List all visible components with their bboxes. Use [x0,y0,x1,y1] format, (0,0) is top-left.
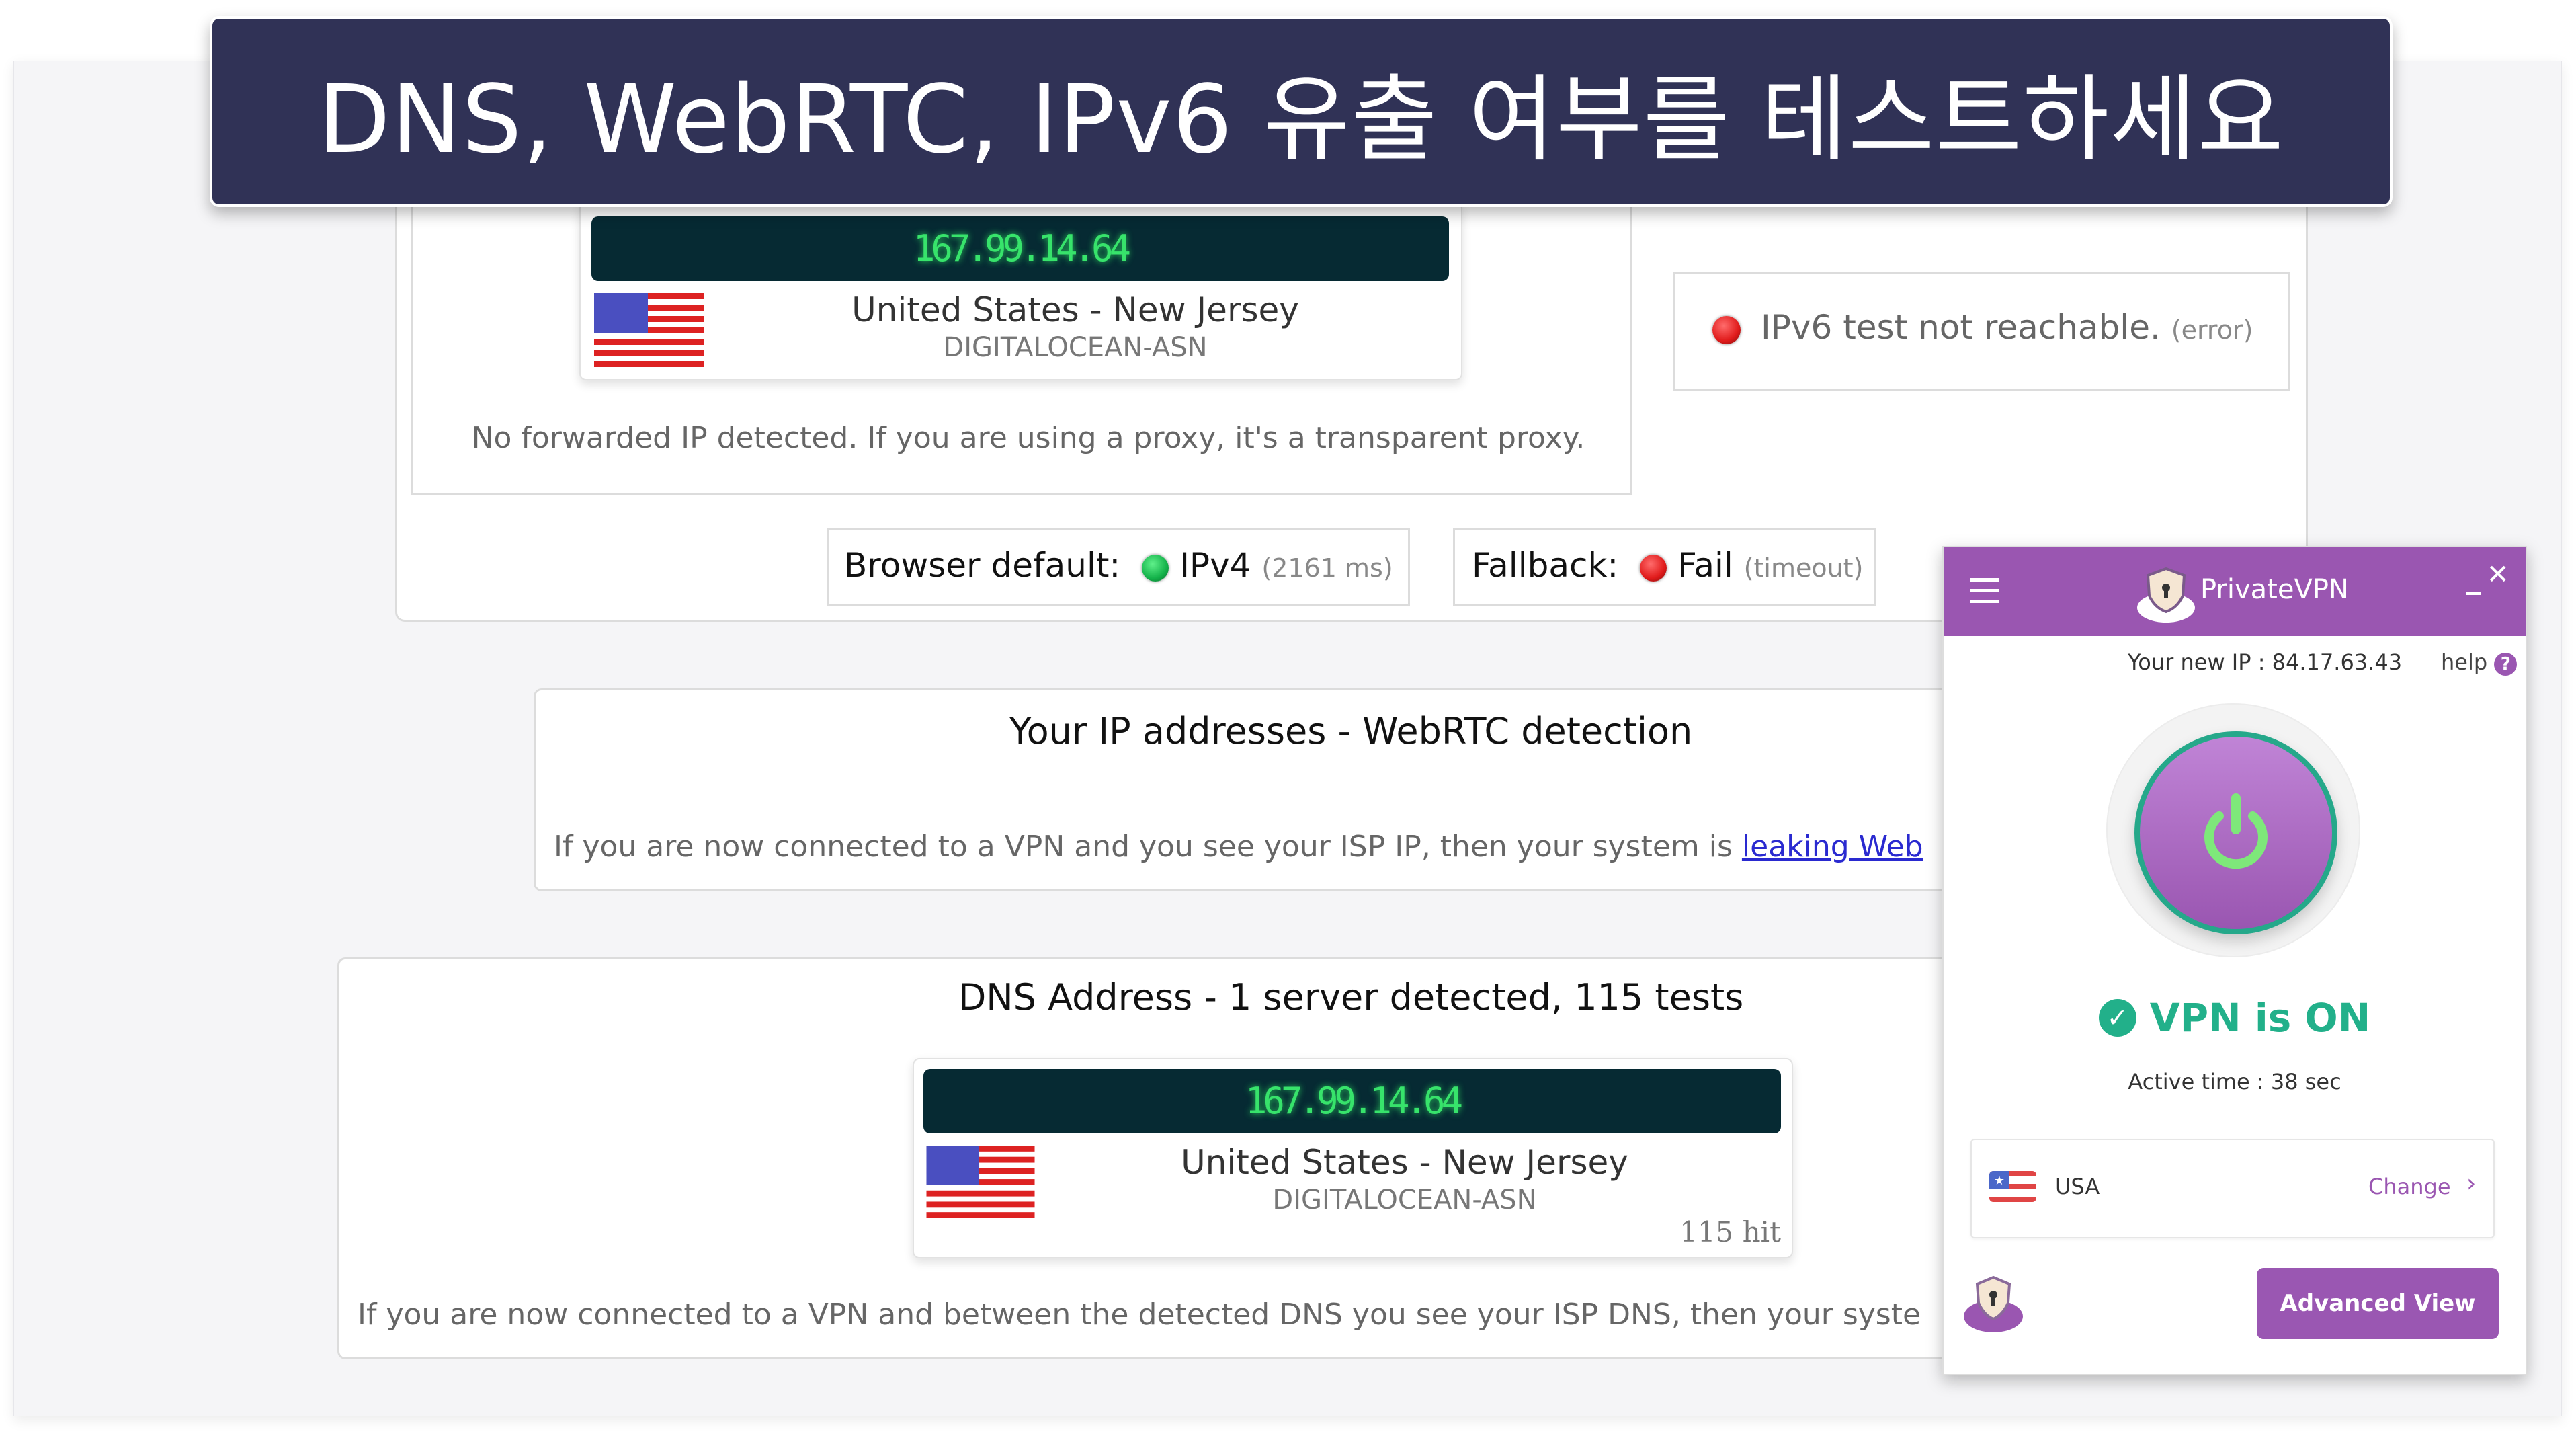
headline-banner: DNS, WebRTC, IPv6 유출 여부를 테스트하세요 [210,16,2393,207]
ip-asn: DIGITALOCEAN-ASN [943,332,1208,363]
usa-flag-icon: ★ [1989,1171,2036,1202]
active-time: Active time : 38 sec [2128,1069,2341,1094]
fallback-label: Fallback: [1472,546,1619,585]
status-check-icon: ✓ [2098,998,2136,1037]
status-text: VPN is ON [2149,994,2371,1041]
dns-note: If you are now connected to a VPN and be… [358,1297,1921,1332]
shield-logo-icon [1962,1273,2024,1334]
dns-location: United States - New Jersey [1181,1143,1628,1182]
ip-address-display: 167.99.14.64 [591,216,1449,281]
headline-text: DNS, WebRTC, IPv6 유출 여부를 테스트하세요 [318,65,2284,175]
browser-default-dot-icon [1142,554,1169,582]
close-button[interactable]: ✕ [2487,559,2509,590]
fallback-dot-icon [1640,554,1667,582]
webrtc-leak-link[interactable]: leaking Web [1742,830,1923,864]
webrtc-note-text: If you are now connected to a VPN and yo… [554,830,1742,864]
dns-title: DNS Address - 1 server detected, 115 tes… [958,976,1744,1018]
minimize-button[interactable] [2466,592,2481,595]
power-icon [2204,793,2268,869]
browser-default-status: Browser default: IPv4 (2161 ms) [844,546,1393,585]
fallback-detail: (timeout) [1743,553,1864,583]
app-name: PrivateVPN [2200,574,2349,605]
chevron-right-icon: › [2466,1170,2477,1197]
browser-default-label: Browser default: [844,546,1121,585]
forwarded-ip-note: No forwarded IP detected. If you are usi… [471,421,1585,455]
ipv6-status-detail: (error) [2171,315,2253,345]
browser-default-detail: (2161 ms) [1261,553,1393,583]
ipv6-status: IPv6 test not reachable. (error) [1712,308,2253,347]
ip-location: United States - New Jersey [851,290,1299,329]
help-icon: ? [2494,653,2518,676]
vpn-status: ✓ VPN is ON [1944,992,2526,1041]
country-name: USA [2055,1174,2100,1199]
dns-ip-display: 167.99.14.64 [923,1069,1781,1133]
us-flag-icon [594,293,704,367]
new-ip-label: Your new IP : 84.17.63.43 [2128,649,2403,675]
privatevpn-window: PrivateVPN ✕ Your new IP : 84.17.63.43 h… [1942,546,2527,1375]
privatevpn-logo-icon [2136,566,2196,623]
country-selector[interactable]: ★ USA Change › [1970,1139,2495,1238]
ipv6-status-text: IPv6 test not reachable. [1761,308,2161,347]
ipv6-status-dot-icon [1712,315,1741,344]
dns-us-flag-icon [926,1146,1035,1218]
help-link[interactable]: help ? [2441,649,2518,676]
browser-default-value: IPv4 [1179,546,1251,585]
fallback-value: Fail [1677,546,1733,585]
advanced-view-button[interactable]: Advanced View [2257,1268,2499,1339]
svg-text:★: ★ [1994,1174,2005,1188]
webrtc-title: Your IP addresses - WebRTC detection [1009,710,1693,752]
change-country-link[interactable]: Change [2368,1174,2451,1199]
menu-icon[interactable] [1970,578,1999,604]
dns-hit-count: 115 hit [1679,1215,1781,1248]
help-label: help [2441,649,2488,675]
webrtc-note: If you are now connected to a VPN and yo… [554,830,1942,864]
fallback-status: Fallback: Fail (timeout) [1472,546,1863,585]
dns-asn: DIGITALOCEAN-ASN [1272,1185,1537,1215]
power-button[interactable] [2134,731,2337,934]
